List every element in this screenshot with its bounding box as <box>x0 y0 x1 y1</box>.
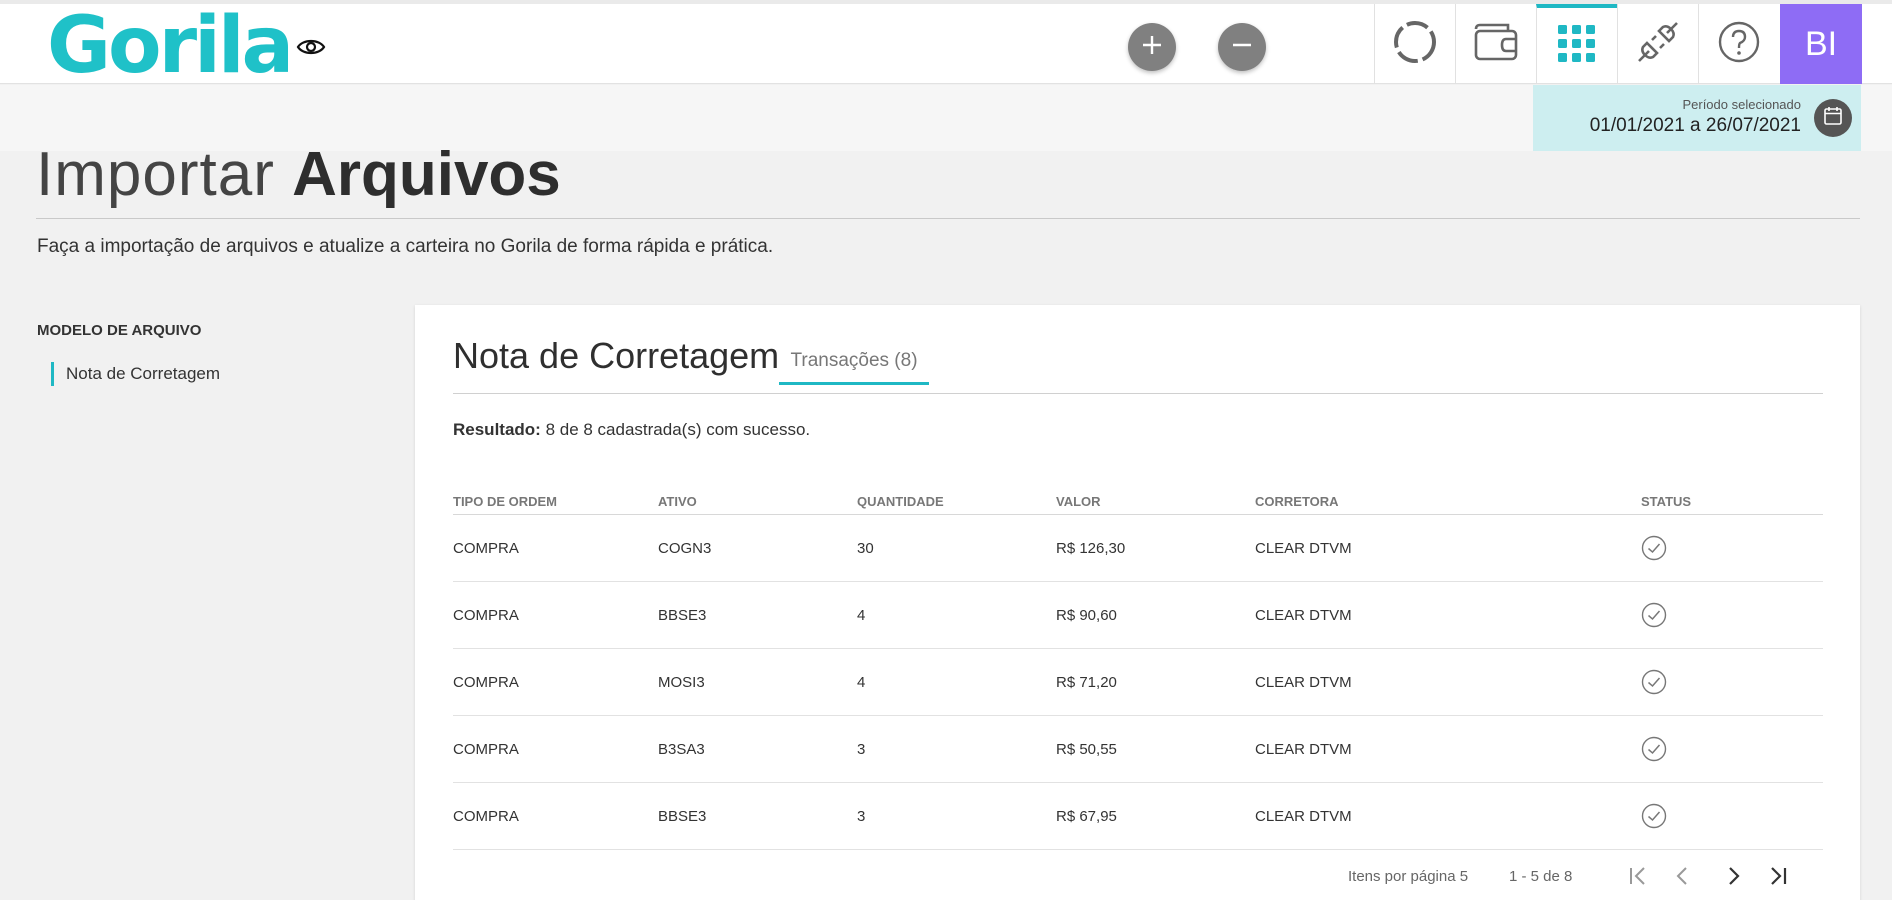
items-per-page-label[interactable]: Itens por página 5 <box>1348 868 1468 885</box>
user-avatar[interactable]: BI <box>1780 4 1862 84</box>
cell-corretora: CLEAR DTVM <box>1255 674 1352 691</box>
top-header: Gorila BI <box>0 4 1892 86</box>
last-page-button[interactable] <box>1765 865 1791 891</box>
page-range-label: 1 - 5 de 8 <box>1509 868 1573 885</box>
check-circle-icon <box>1641 602 1667 632</box>
chevron-left-icon <box>1672 865 1694 891</box>
cell-valor: R$ 71,20 <box>1056 674 1117 691</box>
eye-icon[interactable] <box>294 30 328 64</box>
cell-quantidade: 3 <box>857 808 866 825</box>
cell-quantidade: 4 <box>857 674 866 691</box>
tab-transacoes[interactable]: Transações (8) <box>779 343 929 385</box>
card-divider <box>453 393 1823 394</box>
pagination: Itens por página 5 1 - 5 de 8 <box>415 863 1860 893</box>
gorila-logo[interactable]: Gorila <box>47 6 294 86</box>
plus-icon <box>1140 33 1164 62</box>
cell-tipo: COMPRA <box>453 674 519 691</box>
column-header[interactable]: TIPO DE ORDEM <box>453 494 557 509</box>
card-title: Nota de Corretagem <box>453 335 780 376</box>
check-circle-icon <box>1641 535 1667 565</box>
cell-tipo: COMPRA <box>453 540 519 557</box>
table-header: TIPO DE ORDEM ATIVO QUANTIDADE VALOR COR… <box>453 490 1823 515</box>
header-nav <box>1374 4 1779 84</box>
cell-quantidade: 30 <box>857 540 874 557</box>
sync-circle-icon <box>1392 19 1438 70</box>
cell-ativo: B3SA3 <box>658 741 705 758</box>
cell-quantidade: 3 <box>857 741 866 758</box>
plug-icon <box>1635 19 1681 70</box>
cell-corretora: CLEAR DTVM <box>1255 607 1352 624</box>
check-circle-icon <box>1641 736 1667 766</box>
remove-button[interactable] <box>1218 23 1266 71</box>
result-label: Resultado: <box>453 420 541 439</box>
table-row[interactable]: COMPRA BBSE3 4 R$ 90,60 CLEAR DTVM <box>453 582 1823 649</box>
last-page-icon <box>1767 865 1789 891</box>
page-description: Faça a importação de arquivos e atualize… <box>37 236 774 257</box>
column-header[interactable]: QUANTIDADE <box>857 494 944 509</box>
cell-ativo: MOSI3 <box>658 674 705 691</box>
cell-tipo: COMPRA <box>453 808 519 825</box>
cell-valor: R$ 126,30 <box>1056 540 1126 557</box>
nav-sync[interactable] <box>1374 4 1455 84</box>
apps-grid-icon <box>1556 23 1598 70</box>
next-page-button[interactable] <box>1720 865 1746 891</box>
cell-quantidade: 4 <box>857 607 866 624</box>
table-row[interactable]: COMPRA COGN3 30 R$ 126,30 CLEAR DTVM <box>453 515 1823 582</box>
page-title-light: Importar <box>36 140 275 209</box>
period-value: 01/01/2021 a 26/07/2021 <box>1589 115 1801 136</box>
cell-ativo: COGN3 <box>658 540 712 557</box>
result-summary: Resultado: 8 de 8 cadastrada(s) com suce… <box>453 420 810 440</box>
cell-corretora: CLEAR DTVM <box>1255 808 1352 825</box>
column-header[interactable]: ATIVO <box>658 494 697 509</box>
chevron-right-icon <box>1722 865 1744 891</box>
nav-apps[interactable] <box>1536 4 1617 84</box>
column-header[interactable]: VALOR <box>1056 494 1101 509</box>
add-button[interactable] <box>1128 23 1176 71</box>
sidebar-heading: MODELO DE ARQUIVO <box>37 322 202 339</box>
first-page-icon <box>1627 865 1649 891</box>
import-card: Nota de Corretagem Transações (8) Result… <box>415 305 1860 900</box>
table-row[interactable]: COMPRA BBSE3 3 R$ 67,95 CLEAR DTVM <box>453 783 1823 850</box>
check-circle-icon <box>1641 803 1667 833</box>
table-row[interactable]: COMPRA B3SA3 3 R$ 50,55 CLEAR DTVM <box>453 716 1823 783</box>
period-selector[interactable]: Período selecionado 01/01/2021 a 26/07/2… <box>1533 85 1861 151</box>
cell-tipo: COMPRA <box>453 607 519 624</box>
cell-ativo: BBSE3 <box>658 808 707 825</box>
cell-tipo: COMPRA <box>453 741 519 758</box>
column-header[interactable]: CORRETORA <box>1255 494 1339 509</box>
cell-valor: R$ 67,95 <box>1056 808 1117 825</box>
wallet-icon <box>1472 21 1520 68</box>
help-icon <box>1717 20 1761 69</box>
calendar-icon <box>1823 106 1843 131</box>
first-page-button[interactable] <box>1625 865 1651 891</box>
cell-ativo: BBSE3 <box>658 607 707 624</box>
check-circle-icon <box>1641 669 1667 699</box>
cell-valor: R$ 50,55 <box>1056 741 1117 758</box>
calendar-button[interactable] <box>1814 99 1852 137</box>
column-header[interactable]: STATUS <box>1641 494 1691 509</box>
previous-page-button[interactable] <box>1670 865 1696 891</box>
page-title: Importar Arquivos <box>36 138 561 212</box>
cell-corretora: CLEAR DTVM <box>1255 540 1352 557</box>
period-label: Período selecionado <box>1682 97 1801 112</box>
minus-icon <box>1230 33 1254 62</box>
table-row[interactable]: COMPRA MOSI3 4 R$ 71,20 CLEAR DTVM <box>453 649 1823 716</box>
nav-connections[interactable] <box>1617 4 1698 84</box>
page-title-bold: Arquivos <box>292 140 561 209</box>
title-divider <box>36 218 1860 219</box>
nav-help[interactable] <box>1698 4 1779 84</box>
result-text: 8 de 8 cadastrada(s) com sucesso. <box>540 420 811 439</box>
sidebar-item-nota-de-corretagem[interactable]: Nota de Corretagem <box>51 362 220 386</box>
cell-corretora: CLEAR DTVM <box>1255 741 1352 758</box>
cell-valor: R$ 90,60 <box>1056 607 1117 624</box>
nav-wallet[interactable] <box>1455 4 1536 84</box>
